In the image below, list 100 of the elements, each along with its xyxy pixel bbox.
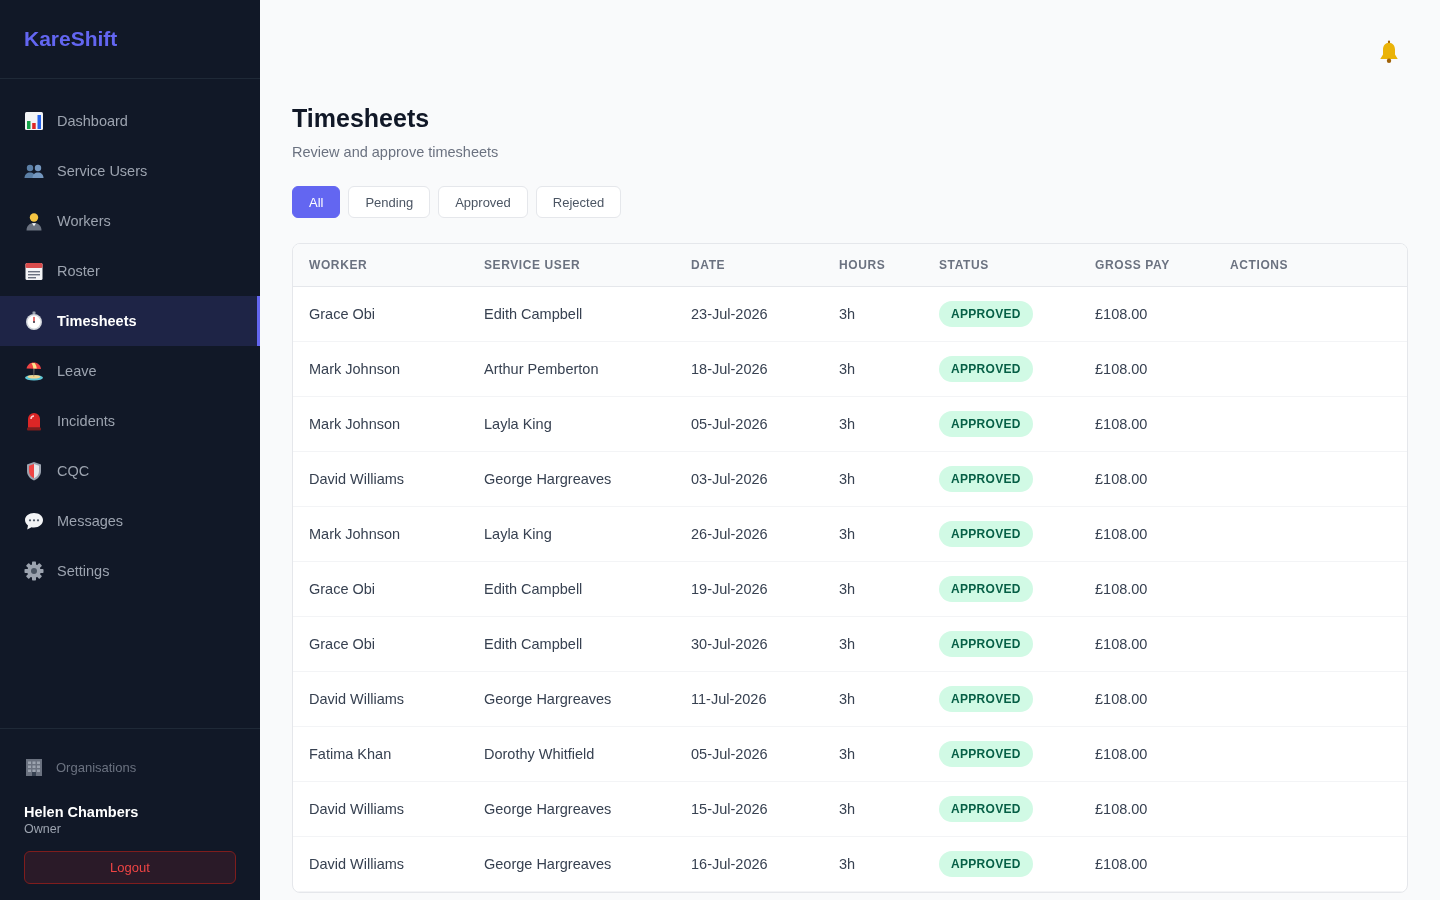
page-title: Timesheets [292, 104, 431, 132]
table-cell: 26-Jul-2026 [691, 526, 768, 542]
table-cell: Mark Johnson [309, 361, 401, 377]
column-header: GROSS PAY [1095, 258, 1170, 272]
table-cell: £108.00 [1095, 471, 1148, 487]
table-cell: Fatima Khan [309, 746, 392, 762]
table-cell: £108.00 [1095, 801, 1148, 817]
sidebar-nav-item[interactable]: Leave [0, 346, 260, 396]
sidebar-nav-item[interactable]: Settings [0, 546, 260, 596]
sidebar-nav-item[interactable]: Roster [0, 246, 260, 296]
table-cell: David Williams [309, 471, 405, 487]
shield-icon [24, 461, 44, 481]
table-cell: 05-Jul-2026 [691, 746, 768, 762]
table-cell: 3h [839, 636, 856, 652]
table-cell: Grace Obi [309, 306, 376, 322]
filter-tab[interactable]: Pending [348, 186, 431, 218]
status-badge: APPROVED [939, 741, 1033, 767]
table-cell: £108.00 [1095, 746, 1148, 762]
table-cell: George Hargreaves [484, 801, 612, 817]
table-cell: George Hargreaves [484, 856, 612, 872]
column-header: ACTIONS [1230, 258, 1289, 272]
siren-icon [24, 411, 44, 431]
sidebar-nav-item[interactable]: CQC [0, 446, 260, 496]
calendar-icon [24, 261, 44, 281]
settings-icon [24, 561, 44, 581]
table-cell: 3h [839, 416, 856, 432]
table-cell: David Williams [309, 691, 405, 707]
table-cell: Edith Campbell [484, 581, 583, 597]
table-cell: Edith Campbell [484, 636, 583, 652]
person-icon [24, 211, 44, 231]
column-header: STATUS [939, 258, 989, 272]
table-cell: £108.00 [1095, 691, 1148, 707]
filter-tab[interactable]: Rejected [535, 186, 622, 218]
stopwatch-icon [24, 311, 44, 331]
user-role: Owner [24, 821, 62, 837]
table-cell: David Williams [309, 856, 405, 872]
table-cell: 3h [839, 581, 856, 597]
table-cell: 23-Jul-2026 [691, 306, 768, 322]
status-badge: APPROVED [939, 686, 1033, 712]
table-cell: £108.00 [1095, 526, 1148, 542]
table-cell: 3h [839, 746, 856, 762]
logout-button[interactable]: Logout [24, 851, 236, 884]
table-cell: David Williams [309, 801, 405, 817]
table-cell: £108.00 [1095, 416, 1148, 432]
table-cell: Arthur Pemberton [484, 361, 599, 377]
table-cell: Layla King [484, 526, 552, 542]
table-cell: Edith Campbell [484, 306, 583, 322]
status-badge: APPROVED [939, 356, 1033, 382]
status-badge: APPROVED [939, 301, 1033, 327]
table-cell: 3h [839, 471, 856, 487]
status-badge: APPROVED [939, 411, 1033, 437]
table-cell: £108.00 [1095, 361, 1148, 377]
table-cell: 3h [839, 306, 856, 322]
organisations-link[interactable]: Organisations [24, 757, 137, 777]
status-badge: APPROVED [939, 521, 1033, 547]
filter-tab[interactable]: Approved [438, 186, 528, 218]
building-icon [24, 757, 44, 777]
column-header: DATE [691, 258, 726, 272]
table-cell: 05-Jul-2026 [691, 416, 768, 432]
speech-bubble-icon [24, 511, 44, 531]
table-cell: Layla King [484, 416, 552, 432]
table-cell: 15-Jul-2026 [691, 801, 768, 817]
table-cell: George Hargreaves [484, 471, 612, 487]
filter-tab[interactable]: All [292, 186, 341, 218]
column-header: HOURS [839, 258, 886, 272]
table-cell: 3h [839, 526, 856, 542]
table-cell: £108.00 [1095, 636, 1148, 652]
table-cell: Mark Johnson [309, 416, 401, 432]
sidebar-nav-item[interactable]: Workers [0, 196, 260, 246]
table-cell: 3h [839, 856, 856, 872]
table-cell: £108.00 [1095, 581, 1148, 597]
table-cell: 3h [839, 361, 856, 377]
table-cell: Mark Johnson [309, 526, 401, 542]
table-cell: 03-Jul-2026 [691, 471, 768, 487]
sidebar-nav-item[interactable]: Timesheets [0, 296, 260, 346]
table-cell: £108.00 [1095, 856, 1148, 872]
status-badge: APPROVED [939, 796, 1033, 822]
table-cell: Grace Obi [309, 581, 376, 597]
table-cell: 19-Jul-2026 [691, 581, 768, 597]
sidebar-nav-item[interactable]: Service Users [0, 146, 260, 196]
table-cell: 3h [839, 691, 856, 707]
table-cell: Grace Obi [309, 636, 376, 652]
table-cell: 30-Jul-2026 [691, 636, 768, 652]
column-header: WORKER [309, 258, 368, 272]
table-cell: Dorothy Whitfield [484, 746, 595, 762]
app-logo: KareShift [24, 27, 118, 51]
sidebar-nav-item[interactable]: Incidents [0, 396, 260, 446]
table-cell: 3h [839, 801, 856, 817]
beach-umbrella-icon [24, 361, 44, 381]
table-cell: £108.00 [1095, 306, 1148, 322]
bar-chart-icon [24, 111, 44, 131]
sidebar-nav-item[interactable]: Messages [0, 496, 260, 546]
status-badge: APPROVED [939, 851, 1033, 877]
table-cell: 18-Jul-2026 [691, 361, 768, 377]
sidebar-nav-item[interactable]: Dashboard [0, 96, 260, 146]
user-name: Helen Chambers [24, 803, 140, 821]
table-cell: 16-Jul-2026 [691, 856, 768, 872]
table-cell: George Hargreaves [484, 691, 612, 707]
page-subtitle: Review and approve timesheets [292, 143, 500, 162]
notification-bell-icon[interactable] [1378, 40, 1400, 64]
